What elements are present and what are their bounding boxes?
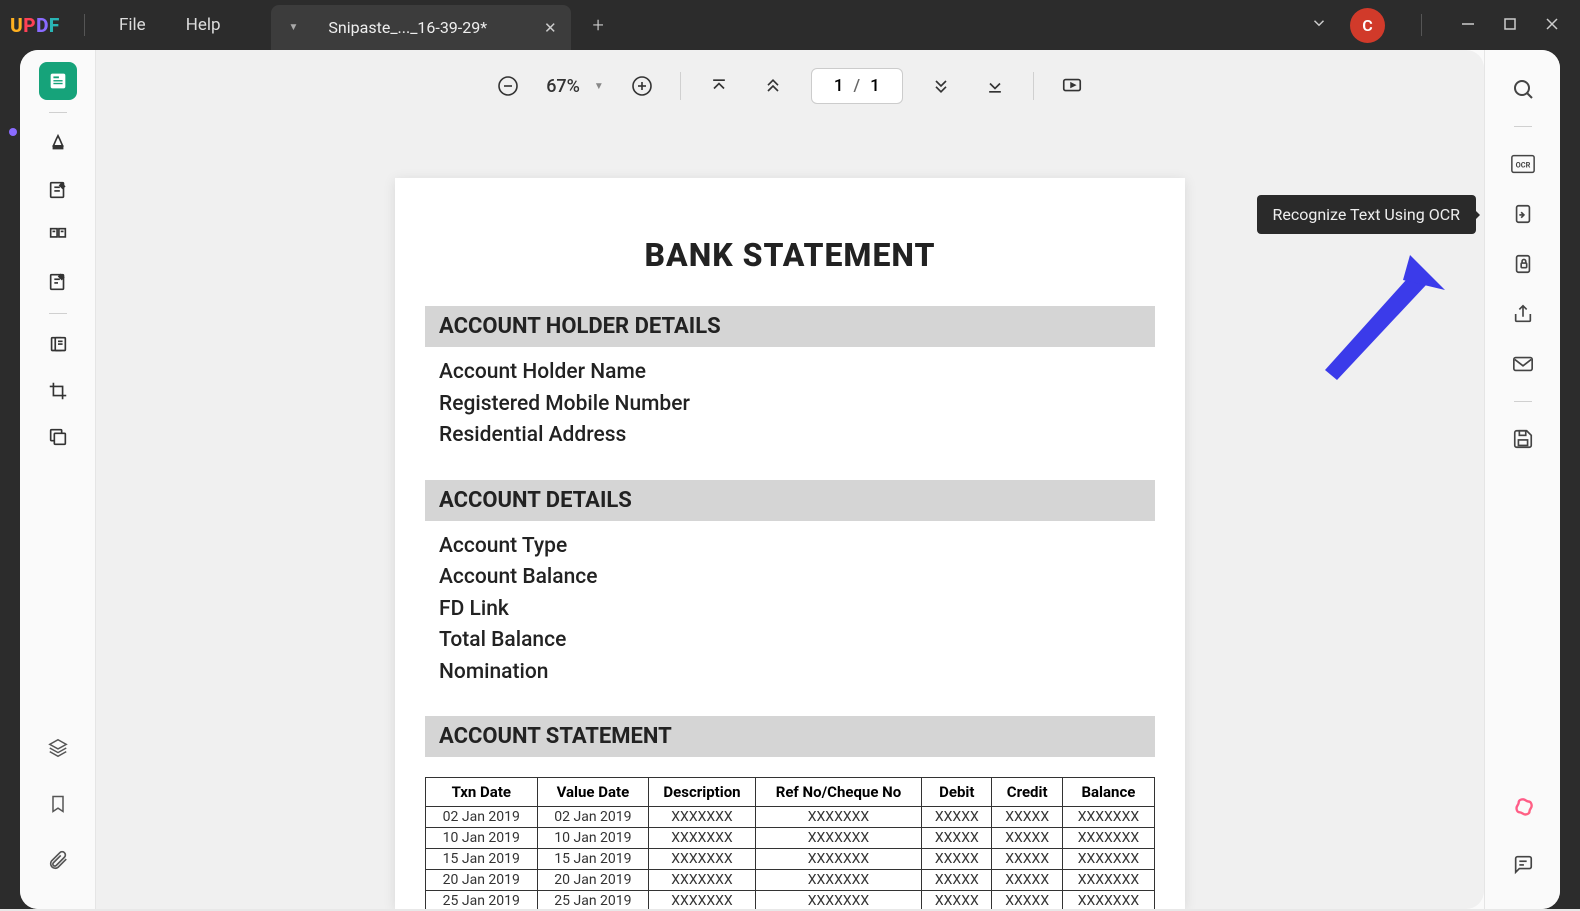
right-sidebar: OCR — [1484, 50, 1560, 909]
table-row: 20 Jan 201920 Jan 2019XXXXXXXXXXXXXXXXXX… — [426, 870, 1155, 891]
zoom-level[interactable]: 67% ▼ — [546, 76, 604, 97]
crop-tool[interactable] — [39, 372, 77, 410]
menu-file[interactable]: File — [99, 0, 166, 50]
share-icon[interactable] — [1506, 297, 1540, 331]
user-avatar[interactable]: C — [1350, 8, 1385, 43]
save-icon[interactable] — [1506, 422, 1540, 456]
divider — [1514, 401, 1532, 402]
new-tab-button[interactable]: + — [593, 13, 604, 37]
ocr-icon[interactable]: OCR — [1506, 147, 1540, 181]
app-logo: UPDF — [0, 14, 70, 37]
window-minimize-icon[interactable] — [1458, 16, 1478, 35]
section-header: ACCOUNT HOLDER DETAILS — [425, 306, 1155, 347]
document-page: BANK STATEMENT ACCOUNT HOLDER DETAILS Ac… — [395, 178, 1185, 909]
page-indicator[interactable]: 1 / 1 — [811, 68, 903, 104]
edit-tool[interactable] — [39, 171, 77, 209]
svg-text:OCR: OCR — [1515, 161, 1530, 170]
zoom-out-button[interactable] — [492, 70, 524, 102]
page-current: 1 — [834, 76, 844, 96]
comment-tool[interactable] — [39, 125, 77, 163]
divider — [49, 313, 67, 314]
presentation-button[interactable] — [1056, 70, 1088, 102]
attachment-icon[interactable] — [39, 841, 77, 879]
ai-assistant-icon[interactable] — [1506, 791, 1540, 825]
reader-tool[interactable] — [39, 62, 77, 100]
document-tab[interactable]: ▼ Snipaste_..._16-39-29* ✕ — [271, 5, 571, 50]
tab-title: Snipaste_..._16-39-29* — [328, 18, 520, 37]
document-viewport: 67% ▼ 1 / 1 — [96, 50, 1484, 909]
title-bar: UPDF File Help ▼ Snipaste_..._16-39-29* … — [0, 0, 1580, 50]
ocr-tooltip: Recognize Text Using OCR — [1257, 195, 1477, 234]
table-row: 25 Jan 201925 Jan 2019XXXXXXXXXXXXXXXXXX… — [426, 891, 1155, 910]
table-header-row: Txn Date Value Date Description Ref No/C… — [426, 778, 1155, 807]
convert-icon[interactable] — [1506, 197, 1540, 231]
redact-tool[interactable] — [39, 326, 77, 364]
next-page-button[interactable] — [925, 70, 957, 102]
section-header: ACCOUNT DETAILS — [425, 480, 1155, 521]
divider — [84, 14, 85, 36]
table-row: 10 Jan 201910 Jan 2019XXXXXXXXXXXXXXXXXX… — [426, 828, 1155, 849]
divider — [680, 72, 681, 100]
email-icon[interactable] — [1506, 347, 1540, 381]
section-body: Account Holder Name Registered Mobile Nu… — [425, 347, 1155, 468]
tab-close-icon[interactable]: ✕ — [544, 19, 557, 37]
page-total: 1 — [870, 76, 880, 96]
divider — [1421, 14, 1422, 36]
bookmark-icon[interactable] — [39, 785, 77, 823]
first-page-button[interactable] — [703, 70, 735, 102]
page-slash: / — [853, 76, 860, 96]
section-body: Account Type Account Balance FD Link Tot… — [425, 521, 1155, 705]
table-row: 15 Jan 201915 Jan 2019XXXXXXXXXXXXXXXXXX… — [426, 849, 1155, 870]
compare-tool[interactable] — [39, 418, 77, 456]
recent-dropdown-icon[interactable] — [1310, 14, 1328, 36]
zoom-value: 67% — [546, 76, 580, 97]
prev-page-button[interactable] — [757, 70, 789, 102]
menu-help[interactable]: Help — [166, 0, 241, 50]
organize-tool[interactable] — [39, 217, 77, 255]
zoom-toolbar: 67% ▼ 1 / 1 — [96, 50, 1484, 110]
divider — [49, 112, 67, 113]
zoom-dropdown-icon[interactable]: ▼ — [594, 81, 604, 92]
form-tool[interactable] — [39, 263, 77, 301]
protect-icon[interactable] — [1506, 247, 1540, 281]
section-header: ACCOUNT STATEMENT — [425, 716, 1155, 757]
table-row: 02 Jan 201902 Jan 2019XXXXXXXXXXXXXXXXXX… — [426, 807, 1155, 828]
search-icon[interactable] — [1506, 72, 1540, 106]
last-page-button[interactable] — [979, 70, 1011, 102]
zoom-in-button[interactable] — [626, 70, 658, 102]
divider — [1514, 126, 1532, 127]
left-sidebar — [20, 50, 96, 909]
doc-title: BANK STATEMENT — [425, 236, 1155, 274]
statement-table: Txn Date Value Date Description Ref No/C… — [425, 777, 1155, 909]
sidebar-collapse-dot[interactable] — [9, 128, 17, 136]
comments-panel-icon[interactable] — [1506, 847, 1540, 881]
layers-icon[interactable] — [39, 729, 77, 767]
window-maximize-icon[interactable] — [1500, 16, 1520, 35]
tab-dropdown-icon[interactable]: ▼ — [289, 22, 299, 33]
divider — [1033, 72, 1034, 100]
window-close-icon[interactable] — [1542, 16, 1562, 35]
